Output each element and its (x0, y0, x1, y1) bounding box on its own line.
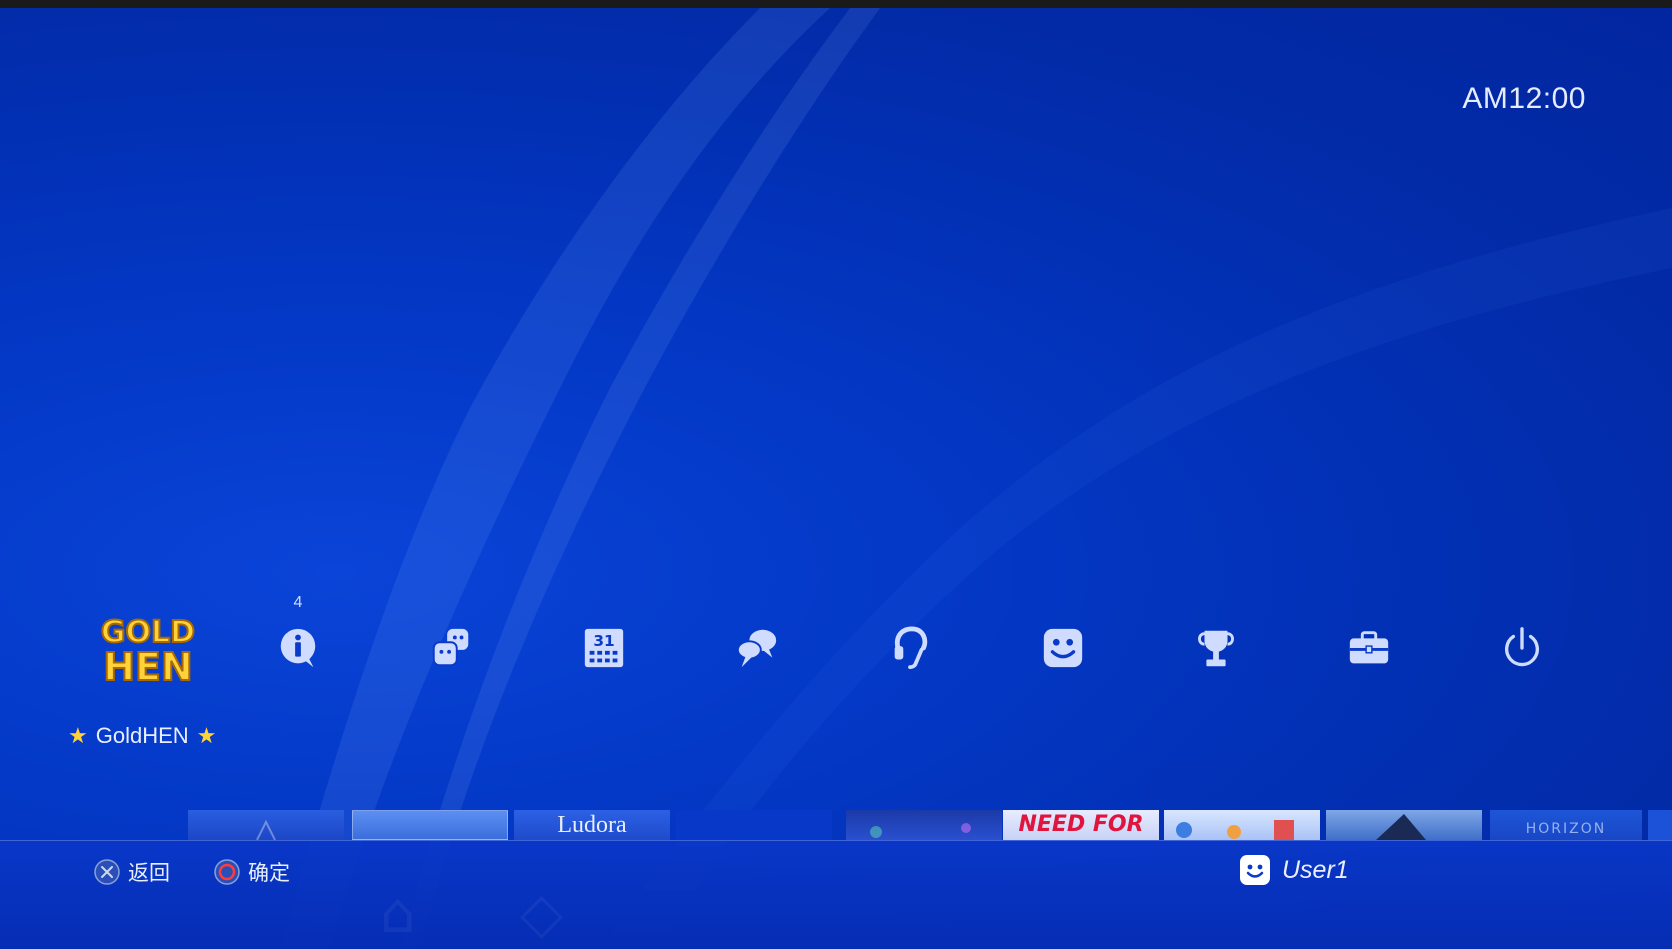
content-tiles-row: Ludora NEED FOR HORIZON (0, 810, 1672, 840)
profile-button[interactable] (1013, 598, 1113, 698)
back-label: 返回 (128, 862, 170, 885)
clock: AM12:00 (1462, 82, 1586, 115)
star-right-icon: ★ (196, 723, 217, 748)
messages-button[interactable] (707, 598, 807, 698)
party-icon (894, 626, 928, 670)
background-artwork-ghost: ⌂ (380, 881, 416, 946)
tile-title: Ludora (557, 812, 627, 838)
content-tile[interactable]: Ludora (514, 810, 670, 840)
goldhen-logo: GOLD HEN (100, 614, 196, 690)
content-tile[interactable] (1164, 810, 1320, 840)
power-button[interactable] (1472, 598, 1572, 698)
tile-artwork-icon (1176, 820, 1294, 840)
bottom-bar: ⌂ ◇ 返回 确定 User1 (0, 840, 1672, 949)
function-area: GOLD HEN 31 (70, 598, 1600, 698)
background-artwork-ghost: ◇ (520, 881, 564, 946)
content-tile[interactable] (676, 810, 832, 840)
friends-button[interactable] (401, 598, 501, 698)
content-tile[interactable] (188, 810, 344, 840)
information-button[interactable] (248, 598, 348, 698)
tile-title: HORIZON (1525, 821, 1607, 837)
star-left-icon: ★ (68, 723, 88, 748)
profile-icon (1043, 628, 1083, 668)
calendar-day: 31 (593, 632, 614, 650)
content-tile[interactable] (1648, 810, 1672, 840)
cross-button-icon (94, 859, 120, 885)
tile-title: NEED FOR (1018, 812, 1144, 837)
trophies-button[interactable] (1166, 598, 1266, 698)
ps4-home-screen: AM12:00 4 GOLD HEN 31 ★ GoldHEN ★ Ludora… (0, 8, 1672, 949)
goldhen-tile[interactable]: GOLD HEN (88, 608, 208, 690)
calendar-icon: 31 (584, 628, 624, 668)
friends-icon (432, 628, 469, 667)
tile-artwork-icon (1376, 814, 1426, 840)
content-tile[interactable] (1326, 810, 1482, 840)
information-icon (280, 628, 316, 668)
background-wave (280, 8, 1672, 949)
settings-toolbox-icon (1349, 631, 1389, 664)
logo-line2: HEN (103, 645, 193, 688)
calendar-button[interactable]: 31 (554, 598, 654, 698)
selected-item-label: GoldHEN (95, 723, 189, 748)
power-icon (1505, 627, 1539, 667)
trophy-icon (1198, 630, 1234, 667)
user-name: User1 (1282, 855, 1349, 884)
tile-artwork-icon (870, 823, 971, 838)
content-tile[interactable]: NEED FOR (1003, 810, 1159, 840)
circle-button-icon (214, 859, 240, 885)
tile-logo-icon (256, 819, 276, 840)
current-user[interactable]: User1 (1240, 855, 1349, 885)
content-tile[interactable]: HORIZON (1490, 810, 1642, 840)
party-button[interactable] (860, 598, 960, 698)
settings-button[interactable] (1319, 598, 1419, 698)
confirm-label: 确定 (248, 862, 290, 885)
confirm-hint[interactable]: 确定 (214, 857, 290, 887)
content-tile-selected[interactable] (352, 810, 508, 840)
user-avatar-icon (1240, 855, 1270, 885)
back-hint[interactable]: 返回 (94, 857, 170, 887)
selected-item-caption: ★ GoldHEN ★ (68, 723, 216, 749)
messages-icon (736, 629, 777, 668)
content-tile[interactable] (846, 810, 1002, 840)
